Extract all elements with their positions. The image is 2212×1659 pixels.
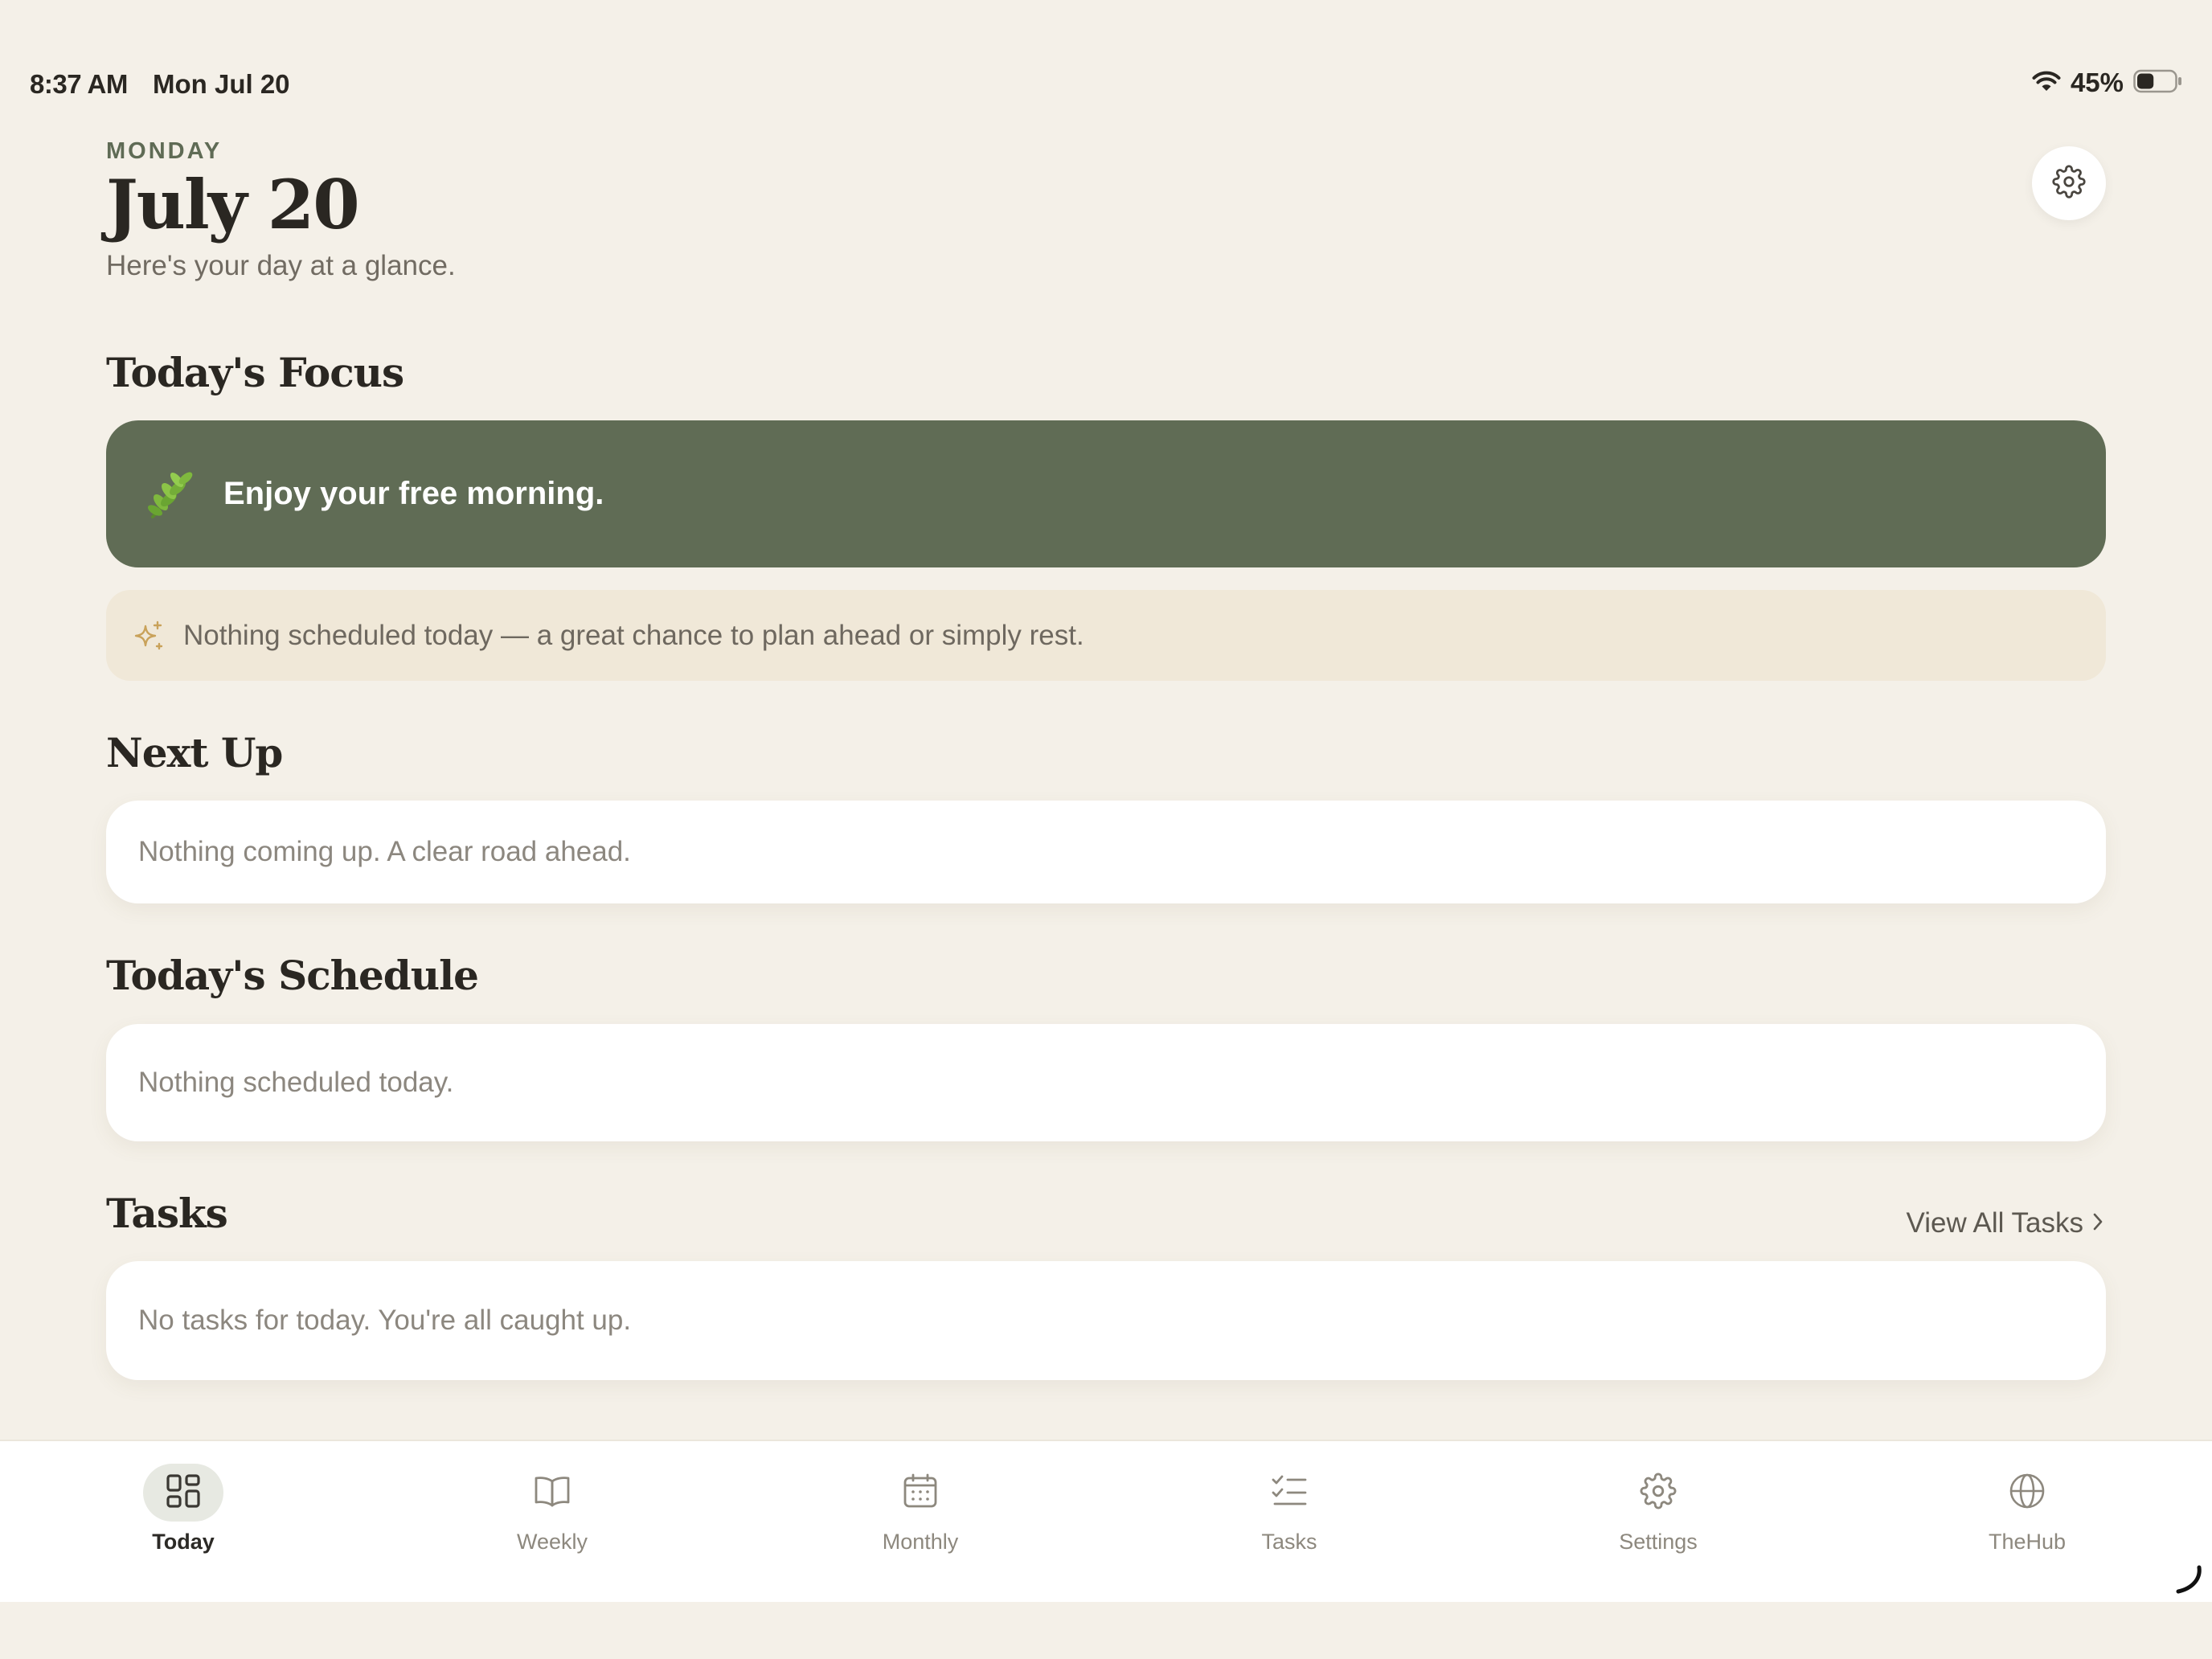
- focus-hint: Nothing scheduled today — a great chance…: [106, 590, 2106, 681]
- tab-tasks-icon-wrap: [1249, 1464, 1329, 1522]
- tab-monthly-icon-wrap: [880, 1464, 961, 1522]
- tab-settings-icon-wrap: [1618, 1464, 1698, 1522]
- tab-tasks-label: Tasks: [1261, 1530, 1317, 1554]
- tab-today[interactable]: Today: [63, 1441, 304, 1604]
- focus-hint-text: Nothing scheduled today — a great chance…: [183, 619, 1084, 651]
- tab-thehub-label: TheHub: [1988, 1530, 2067, 1554]
- view-all-tasks-link[interactable]: View All Tasks: [1907, 1207, 2104, 1239]
- tab-settings-label: Settings: [1619, 1530, 1698, 1554]
- tab-weekly-icon-wrap: [512, 1464, 592, 1522]
- tab-thehub[interactable]: TheHub: [1907, 1441, 2148, 1604]
- tasks-empty-text: No tasks for today. You're all caught up…: [138, 1305, 632, 1336]
- status-date: Mon Jul 20: [153, 69, 290, 99]
- settings-button[interactable]: [2032, 146, 2106, 220]
- tab-today-icon-wrap: [143, 1464, 223, 1522]
- status-time: 8:37 AM: [30, 69, 128, 99]
- calendar-icon: [902, 1473, 939, 1513]
- loading-spinner-icon: [2170, 1561, 2206, 1600]
- page-title: July 20: [106, 165, 360, 244]
- focus-section-title: Today's Focus: [106, 349, 404, 396]
- focus-card[interactable]: Enjoy your free morning.: [106, 420, 2106, 567]
- tasks-section-title: Tasks: [106, 1190, 228, 1237]
- tab-today-label: Today: [152, 1530, 215, 1554]
- page-subtitle: Here's your day at a glance.: [106, 250, 456, 282]
- grid-icon: [165, 1473, 202, 1513]
- gear-icon: [2052, 165, 2086, 202]
- tab-thehub-icon-wrap: [1987, 1464, 2067, 1522]
- battery-percent: 45%: [2070, 68, 2124, 97]
- tab-settings[interactable]: Settings: [1538, 1441, 1779, 1604]
- weekday-label: MONDAY: [106, 138, 223, 164]
- schedule-empty-text: Nothing scheduled today.: [138, 1067, 454, 1098]
- battery-icon: [2133, 69, 2183, 96]
- checklist-icon: [1270, 1473, 1309, 1512]
- status-indicators: 45%: [2032, 68, 2183, 98]
- view-all-tasks-label: View All Tasks: [1906, 1207, 2083, 1239]
- tab-monthly-label: Monthly: [882, 1530, 959, 1554]
- tab-bar: Today Weekly Monthly Tasks Settings TheH…: [0, 1440, 2212, 1604]
- schedule-card: Nothing scheduled today.: [106, 1024, 2106, 1141]
- tab-weekly-label: Weekly: [516, 1530, 588, 1554]
- gear-icon: [1640, 1473, 1677, 1513]
- globe-icon: [2008, 1472, 2046, 1514]
- wifi-icon: [2032, 70, 2061, 96]
- focus-card-text: Enjoy your free morning.: [223, 476, 604, 511]
- tab-tasks[interactable]: Tasks: [1169, 1441, 1410, 1604]
- next-up-section-title: Next Up: [106, 729, 283, 776]
- page-header: MONDAY July 20 Here's your day at a glan…: [106, 138, 456, 282]
- schedule-section-title: Today's Schedule: [106, 952, 479, 999]
- status-bar: 8:37 AM Mon Jul 20 45%: [0, 0, 2212, 121]
- chevron-right-icon: [2091, 1207, 2104, 1239]
- bottom-strip: [0, 1602, 2212, 1659]
- herb-icon: [140, 462, 204, 526]
- tab-monthly[interactable]: Monthly: [800, 1441, 1041, 1604]
- tasks-card: No tasks for today. You're all caught up…: [106, 1261, 2106, 1380]
- tab-weekly[interactable]: Weekly: [432, 1441, 673, 1604]
- next-up-card: Nothing coming up. A clear road ahead.: [106, 801, 2106, 903]
- next-up-empty-text: Nothing coming up. A clear road ahead.: [138, 836, 631, 867]
- sparkle-icon: [130, 617, 167, 654]
- book-icon: [533, 1473, 571, 1512]
